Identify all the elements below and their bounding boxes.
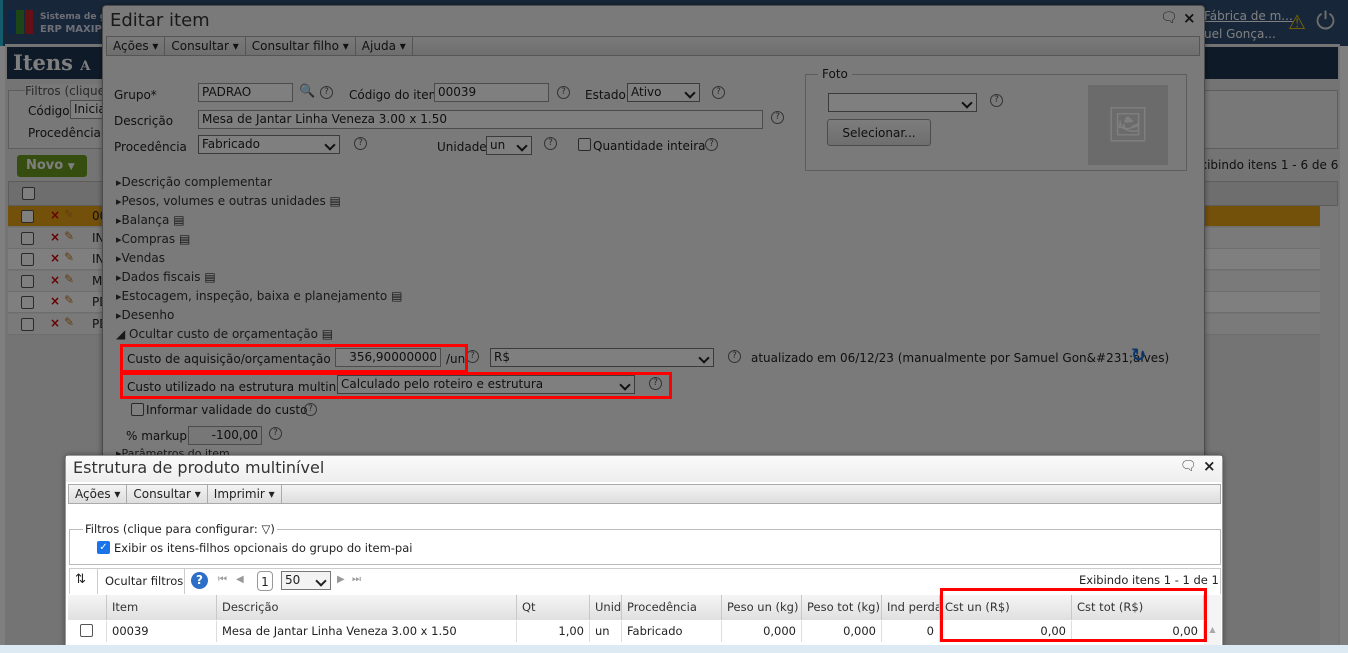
next-page-icon[interactable]: ▶ — [337, 574, 345, 585]
optional-children-label: Exibir os itens-filhos opcionais do grup… — [114, 541, 413, 555]
page-size-select[interactable]: 50 — [281, 571, 331, 590]
cell-ind_perda: 0 — [882, 621, 940, 642]
column-header[interactable] — [68, 595, 107, 620]
prev-page-icon[interactable]: ◀ — [236, 574, 244, 585]
column-header[interactable]: Unid — [590, 595, 622, 620]
column-header[interactable]: Item — [107, 595, 217, 620]
help-icon[interactable]: ? — [191, 572, 208, 589]
cell-peso_tot: 0,000 — [802, 621, 882, 642]
cell-procedencia: Fabricado — [622, 621, 722, 642]
row-checkbox[interactable] — [80, 624, 93, 637]
grid-count: Exibindo itens 1 - 1 de 1 — [1079, 573, 1219, 587]
cell-unid: un — [590, 621, 622, 642]
menu-imprimir[interactable]: Imprimir — [208, 485, 282, 503]
hide-filters-button[interactable]: Ocultar filtros — [97, 568, 185, 594]
structure-menu-bar: Ações Consultar Imprimir — [68, 484, 1221, 504]
cell-peso_un: 0,000 — [722, 621, 802, 642]
optional-children-checkbox[interactable]: ✓ — [97, 541, 110, 554]
dialog-title: Estrutura de produto multinível — [73, 458, 325, 477]
column-header[interactable]: Ind perda — [882, 595, 940, 620]
menu-consultar[interactable]: Consultar — [127, 485, 208, 503]
column-header[interactable]: Qt — [517, 595, 590, 620]
column-header[interactable]: Peso un (kg) — [722, 595, 802, 620]
highlight-box-multinivel — [120, 372, 672, 399]
cell-item: 00039 — [107, 621, 217, 642]
column-header[interactable]: Peso tot (kg) — [802, 595, 882, 620]
cell-qt: 1,00 — [517, 621, 590, 642]
cell-descricao: Mesa de Jantar Linha Veneza 3.00 x 1.50 — [217, 621, 517, 642]
bottom-strip — [0, 645, 1348, 653]
menu-acoes[interactable]: Ações — [69, 485, 128, 503]
row-checkbox-cell[interactable] — [68, 621, 107, 642]
filter-icon[interactable]: ▽ — [261, 522, 270, 536]
page-input[interactable]: 1 — [257, 571, 273, 591]
first-page-icon[interactable]: ⏮ — [218, 574, 227, 585]
highlight-box-costs — [940, 588, 1207, 642]
last-page-icon[interactable]: ⏭ — [352, 574, 361, 585]
refresh-icon[interactable]: ⇅ — [75, 572, 86, 587]
column-header[interactable]: Descrição — [217, 595, 517, 620]
comment-icon[interactable]: 🗨 — [1180, 459, 1197, 474]
highlight-box-custo — [120, 344, 468, 373]
close-icon[interactable]: × — [1203, 457, 1216, 475]
filters-legend[interactable]: Filtros (clique para configurar: ▽) — [83, 522, 277, 536]
column-header[interactable]: Procedência — [622, 595, 722, 620]
